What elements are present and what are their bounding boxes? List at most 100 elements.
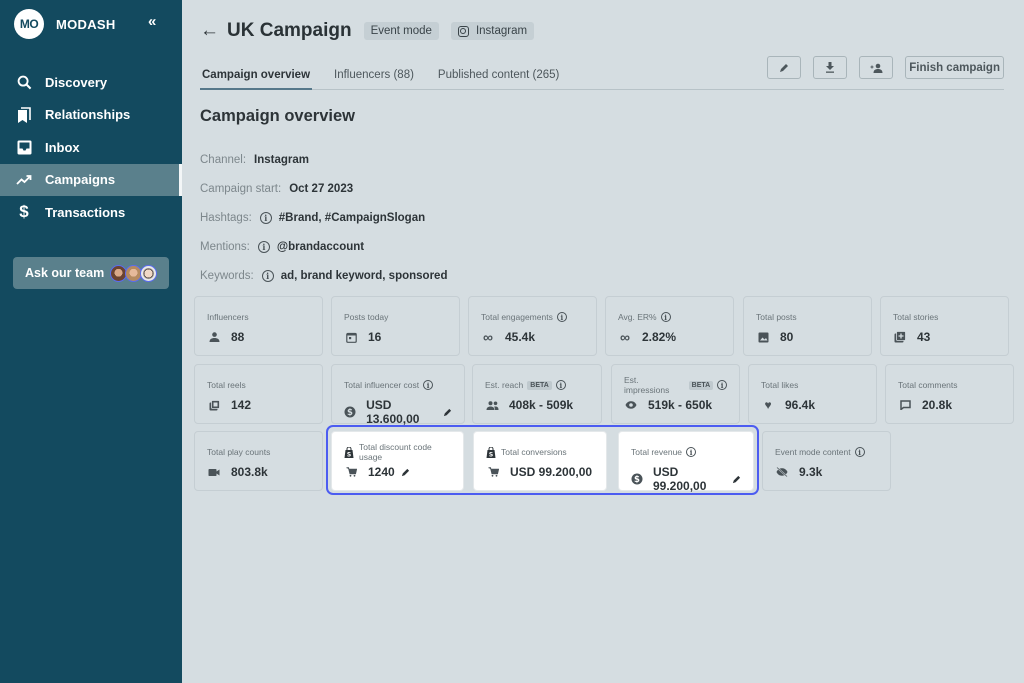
stat-label: Est. reach BETA i	[485, 379, 589, 391]
tab-published-content[interactable]: Published content (265)	[436, 66, 561, 90]
sidebar-item-label: Inbox	[45, 139, 80, 155]
stat-label: Avg. ER% i	[618, 311, 721, 323]
calendar-icon	[344, 330, 358, 344]
info-icon[interactable]: i	[259, 212, 272, 224]
hidden-eye-icon	[775, 465, 789, 479]
inbox-icon	[15, 138, 33, 156]
stat-value: 45.4k	[505, 330, 536, 344]
stat-label: Total play counts	[207, 447, 271, 457]
stat-label: Influencers	[207, 312, 249, 322]
edit-campaign-button[interactable]	[767, 56, 802, 79]
back-arrow-icon[interactable]: ←	[200, 20, 219, 42]
tab-campaign-overview[interactable]: Campaign overview	[200, 66, 313, 90]
download-button[interactable]	[813, 56, 848, 79]
finish-campaign-button[interactable]: Finish campaign	[905, 56, 1004, 79]
sidebar-item-label: Relationships	[45, 107, 131, 123]
sidebar-item-relationships[interactable]: Relationships	[0, 99, 182, 132]
stat-card-total-likes: Total likes ♥ 96.4k	[748, 364, 877, 424]
stat-value: 16	[368, 330, 382, 344]
info-icon[interactable]: i	[423, 380, 434, 390]
infinity-icon: ∞	[483, 329, 493, 345]
info-icon[interactable]: i	[854, 447, 865, 457]
info-icon[interactable]: i	[717, 380, 727, 390]
stat-label: Event mode content i	[775, 446, 878, 458]
meta-key: Channel:	[200, 154, 247, 166]
stat-value: 43	[917, 330, 931, 344]
info-icon[interactable]: i	[660, 312, 671, 322]
meta-keywords: Keywords: i ad, brand keyword, sponsored	[200, 270, 447, 282]
add-influencer-button[interactable]	[859, 56, 894, 79]
meta-channel: Channel: Instagram	[200, 154, 309, 166]
meta-hashtags: Hashtags: i #Brand, #CampaignSlogan	[200, 212, 425, 224]
meta-mentions: Mentions: i @brandaccount	[200, 241, 364, 253]
chip-label: Event mode	[370, 25, 432, 37]
sidebar-item-label: Campaigns	[45, 172, 116, 188]
info-icon[interactable]: i	[261, 270, 274, 282]
stat-value: USD 13.600,00	[366, 398, 420, 426]
video-icon	[207, 465, 221, 479]
dollar-icon: $	[19, 202, 29, 222]
sidebar-nav: Discovery Relationships Inbox Campaigns …	[0, 66, 182, 229]
stat-label: Total stories	[893, 312, 939, 322]
beta-badge: BETA	[688, 380, 714, 390]
pencil-icon	[780, 63, 789, 72]
meta-value: Oct 27 2023	[289, 183, 354, 195]
stat-label: Total posts	[756, 312, 797, 322]
stat-value: 803.8k	[231, 465, 268, 479]
stat-card-total-reels: Total reels 142	[194, 364, 323, 424]
beta-badge: BETA	[527, 380, 552, 390]
brand[interactable]: MO MODASH	[14, 9, 116, 39]
stat-card-total-stories: Total stories 43	[880, 296, 1009, 356]
heart-icon: ♥	[764, 398, 772, 412]
meta-key: Keywords:	[200, 270, 254, 282]
meta-key: Hashtags:	[200, 212, 252, 224]
meta-value: ad, brand keyword, sponsored	[280, 270, 448, 282]
page-header: ← UK Campaign Event mode Instagram	[200, 20, 535, 42]
stat-card-total-engagements: Total engagements i ∞ 45.4k	[468, 296, 597, 356]
avatar	[140, 264, 158, 282]
info-icon[interactable]: i	[556, 312, 567, 322]
sidebar-item-label: Discovery	[45, 74, 108, 90]
stat-label: Total reels	[207, 380, 246, 390]
header-actions: Finish campaign	[755, 56, 1004, 79]
stat-value: 9.3k	[799, 465, 823, 479]
meta-value: @brandaccount	[276, 241, 365, 253]
meta-campaign-start: Campaign start: Oct 27 2023	[200, 183, 353, 195]
tab-influencers[interactable]: Influencers (88)	[332, 66, 416, 90]
search-icon	[15, 73, 33, 91]
main-content: ← UK Campaign Event mode Instagram Campa…	[182, 0, 1024, 683]
stat-card-influencers: Influencers 88	[194, 296, 323, 356]
edit-pencil-icon[interactable]	[443, 408, 452, 417]
sidebar: MO MODASH « Discovery Relationships Inbo…	[0, 0, 182, 683]
stat-card-posts-today: Posts today 16	[331, 296, 460, 356]
meta-value: Instagram	[254, 154, 310, 166]
stat-card-total-play-counts: Total play counts 803.8k	[194, 431, 323, 491]
stories-icon	[893, 330, 907, 344]
stat-card-total-posts: Total posts 80	[743, 296, 872, 356]
stat-label: Total likes	[761, 380, 799, 390]
modash-logo: MO	[14, 9, 44, 39]
info-icon[interactable]: i	[555, 380, 566, 390]
stat-value: 88	[231, 330, 245, 344]
meta-key: Campaign start:	[200, 183, 282, 195]
sidebar-item-discovery[interactable]: Discovery	[0, 66, 182, 99]
chip-label: Instagram	[475, 25, 528, 37]
stat-label: Est. impressions BETA i	[624, 375, 727, 395]
sidebar-item-inbox[interactable]: Inbox	[0, 131, 182, 164]
stat-label: Posts today	[344, 312, 389, 322]
stat-value: 20.8k	[922, 398, 953, 412]
ask-our-team-button[interactable]: Ask our team	[13, 257, 169, 289]
shopify-metrics-highlight	[326, 425, 759, 495]
image-icon	[756, 330, 770, 344]
instagram-icon	[457, 25, 469, 37]
svg-text:$: $	[347, 408, 353, 418]
sidebar-item-transactions[interactable]: $ Transactions	[0, 196, 182, 229]
meta-value: #Brand, #CampaignSlogan	[278, 212, 426, 224]
eye-icon	[624, 398, 638, 412]
stat-card-est-impressions: Est. impressions BETA i 519k - 650k	[611, 364, 740, 424]
info-icon[interactable]: i	[257, 241, 270, 253]
sidebar-item-campaigns[interactable]: Campaigns	[0, 163, 182, 196]
stat-value: 80	[780, 330, 794, 344]
collapse-sidebar-icon[interactable]: «	[148, 13, 156, 30]
dollar-circle-icon: $	[344, 405, 356, 419]
